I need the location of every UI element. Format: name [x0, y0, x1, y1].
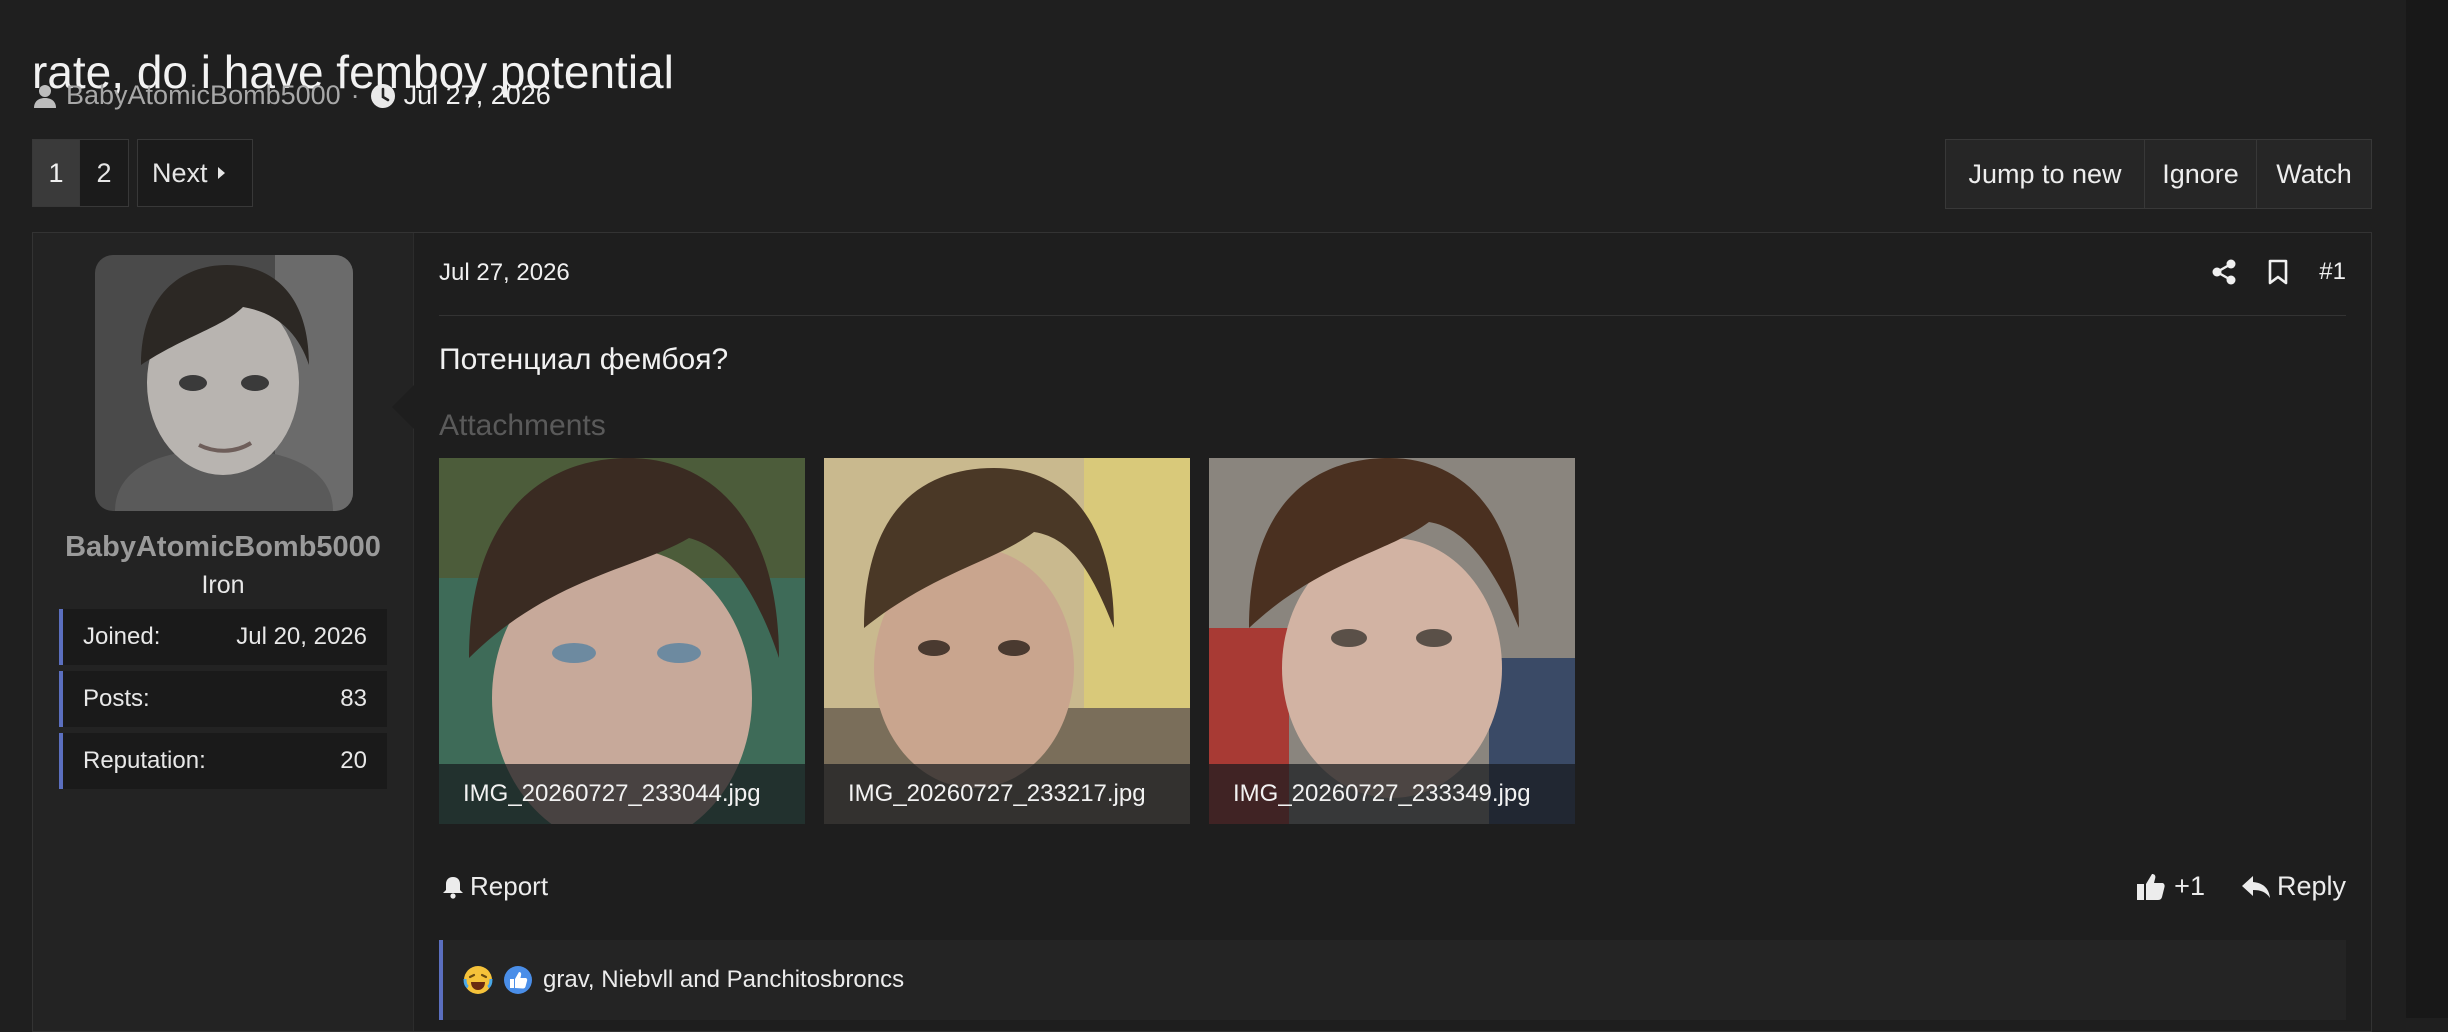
share-icon[interactable] [2207, 255, 2241, 289]
thread-date[interactable]: Jul 27, 2026 [404, 80, 551, 111]
reactions-users-link[interactable]: grav, Niebvll and Panchitosbroncs [543, 966, 904, 994]
page-2-button[interactable]: 2 [79, 139, 129, 207]
ignore-button[interactable]: Ignore [2144, 139, 2257, 209]
stat-value: 83 [340, 685, 367, 712]
attachment-thumbnail[interactable]: IMG_20260727_233217.jpg [824, 458, 1190, 824]
like-button[interactable]: +1 [2136, 871, 2205, 902]
report-button[interactable]: Report [442, 871, 548, 902]
attachment-filename: IMG_20260727_233044.jpg [439, 764, 805, 824]
like-reaction-icon [503, 965, 533, 995]
stat-label: Joined: [83, 623, 161, 650]
pagination: 1 2 Next [32, 139, 261, 207]
meta-separator: · [350, 80, 360, 110]
reply-label: Reply [2276, 871, 2346, 901]
thread-author-link[interactable]: BabyAtomicBomb5000 [66, 80, 341, 111]
user-icon [32, 83, 58, 109]
attachments-heading: Attachments [439, 409, 606, 442]
post-user-name[interactable]: BabyAtomicBomb5000 [33, 531, 413, 564]
next-page-label: Next [152, 157, 208, 188]
next-page-button[interactable]: Next [137, 139, 253, 207]
stat-posts: Posts: 83 [59, 671, 387, 727]
post-actions-right: +1 Reply [2136, 871, 2346, 902]
thread-meta: BabyAtomicBomb5000 · Jul 27, 2026 [32, 80, 551, 111]
stat-value: Jul 20, 2026 [236, 623, 367, 650]
stat-joined: Joined: Jul 20, 2026 [59, 609, 387, 665]
right-gutter [2406, 0, 2448, 1018]
page-1-button[interactable]: 1 [32, 139, 80, 207]
jump-to-new-button[interactable]: Jump to new [1945, 139, 2145, 209]
post-number-link[interactable]: #1 [2319, 258, 2346, 286]
post-main: Jul 27, 2026 #1 Потенциал фембоя? Attach… [392, 233, 2371, 1031]
thumbs-up-icon [2136, 872, 2166, 902]
post-date-link[interactable]: Jul 27, 2026 [439, 259, 570, 287]
attachment-thumbnail[interactable]: IMG_20260727_233044.jpg [439, 458, 805, 824]
reply-icon [2241, 874, 2271, 900]
post-user-panel: BabyAtomicBomb5000 Iron Joined: Jul 20, … [33, 233, 414, 1031]
post-body: Потенциал фембоя? [439, 343, 729, 376]
attachment-thumbnail[interactable]: IMG_20260727_233349.jpg [1209, 458, 1575, 824]
reply-button[interactable]: Reply [2241, 871, 2346, 902]
like-label: +1 [2174, 871, 2205, 901]
stat-value: 20 [340, 747, 367, 774]
post-arrow [392, 385, 414, 429]
reactions-bar[interactable]: grav, Niebvll and Panchitosbroncs [439, 940, 2346, 1020]
post-tools: #1 [2187, 255, 2346, 289]
thread-actions: Jump to new Ignore Watch [1945, 139, 2372, 209]
bell-icon [442, 875, 464, 899]
caret-right-icon [217, 167, 225, 179]
stat-label: Reputation: [83, 747, 206, 774]
bookmark-icon[interactable] [2261, 255, 2295, 289]
report-label: Report [470, 871, 549, 901]
post-container: BabyAtomicBomb5000 Iron Joined: Jul 20, … [32, 232, 2372, 1032]
post-divider [439, 315, 2346, 316]
avatar[interactable] [95, 255, 353, 511]
stat-reputation: Reputation: 20 [59, 733, 387, 789]
stat-label: Posts: [83, 685, 150, 712]
clock-icon [370, 83, 396, 109]
watch-button[interactable]: Watch [2256, 139, 2372, 209]
attachment-filename: IMG_20260727_233349.jpg [1209, 764, 1575, 824]
post-user-rank: Iron [201, 571, 245, 599]
attachments-list: IMG_20260727_233044.jpg IMG_20260727_233… [439, 458, 1594, 824]
laugh-cry-emoji-icon [463, 965, 493, 995]
attachment-filename: IMG_20260727_233217.jpg [824, 764, 1190, 824]
